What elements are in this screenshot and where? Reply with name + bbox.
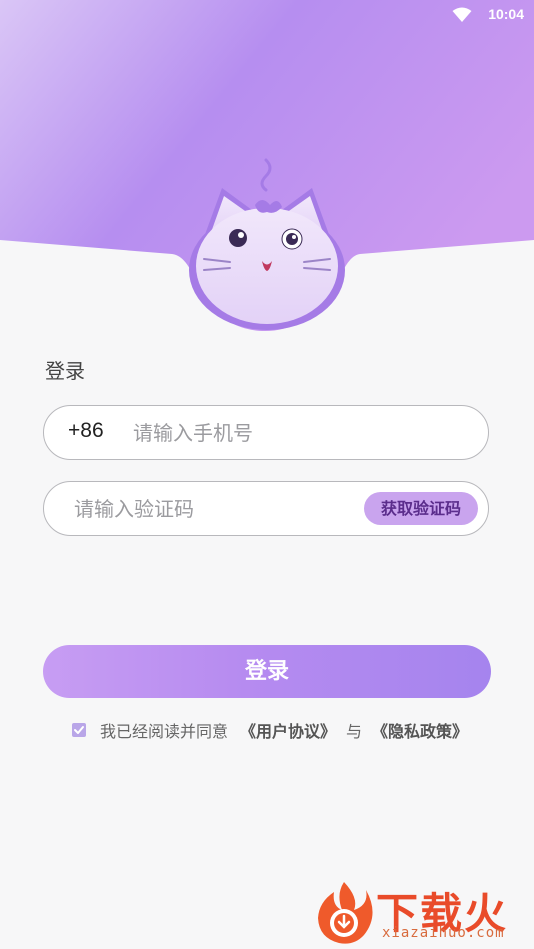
privacy-policy-link[interactable]: 《隐私政策》 — [372, 718, 468, 742]
flame-logo-icon — [318, 882, 373, 944]
watermark: 下载火 xiazaihuo.com — [312, 878, 534, 949]
status-time: 10:04 — [488, 6, 524, 22]
status-bar: 10:04 — [0, 0, 534, 30]
watermark-domain: xiazaihuo.com — [382, 925, 505, 941]
phone-input[interactable] — [133, 418, 463, 448]
agreement-row: 我已经阅读并同意 《用户协议》 与 《隐私政策》 — [72, 718, 478, 742]
code-field: 获取验证码 — [43, 481, 489, 536]
agreement-connector: 与 — [346, 722, 363, 741]
login-button[interactable]: 登录 — [43, 645, 491, 698]
country-code[interactable]: +86 — [68, 419, 104, 443]
get-code-button[interactable]: 获取验证码 — [364, 492, 478, 525]
wifi-icon — [452, 7, 472, 22]
verification-code-input[interactable] — [74, 494, 374, 524]
phone-field: +86 — [43, 405, 489, 460]
check-icon — [74, 726, 84, 734]
agreement-text: 我已经阅读并同意 — [100, 722, 229, 741]
user-agreement-link[interactable]: 《用户协议》 — [240, 718, 336, 742]
login-heading: 登录 — [45, 359, 85, 383]
agreement-checkbox[interactable] — [72, 723, 86, 737]
header-background — [0, 0, 534, 331]
